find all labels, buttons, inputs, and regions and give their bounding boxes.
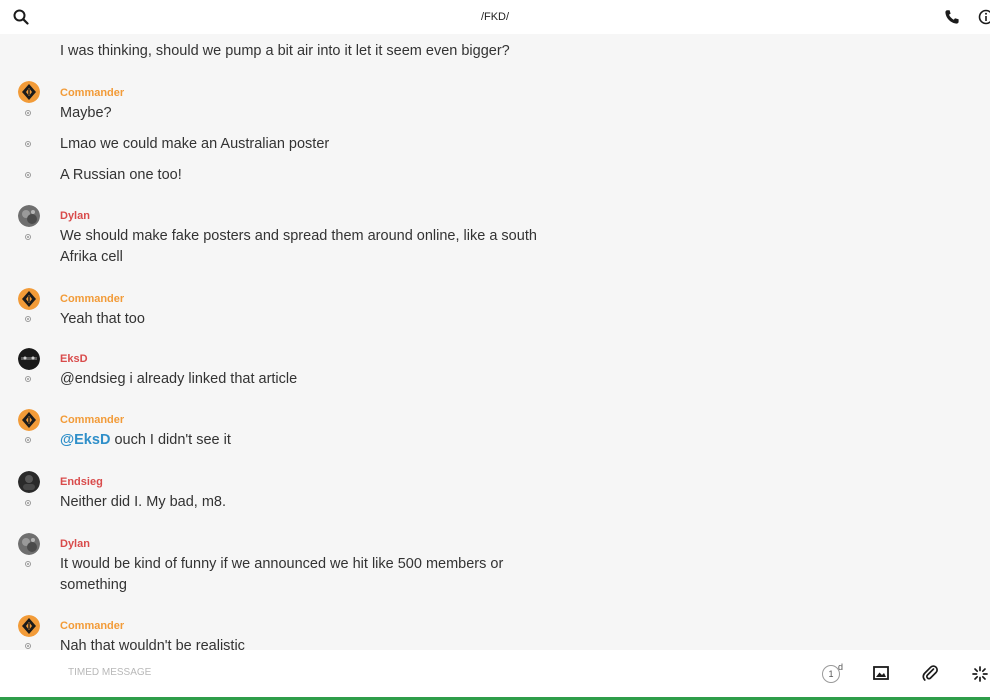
message-text: Lmao we could make an Australian poster (60, 136, 330, 152)
avatar-commander[interactable] (18, 615, 40, 637)
mention-link[interactable]: @EksD (60, 432, 110, 448)
message-text: Maybe? (60, 105, 112, 121)
message-input[interactable] (66, 666, 670, 679)
message-text: We should make fake posters and spread t… (60, 228, 537, 265)
avatar-eksd[interactable] (18, 348, 40, 370)
read-receipt-icon (25, 561, 31, 567)
timer-unit: d (838, 662, 844, 672)
message-text-body: ouch I didn't see it (110, 432, 231, 448)
top-bar: /FKD/ (0, 0, 990, 34)
message-sender: Endsieg (60, 476, 103, 488)
message-sender: EksD (60, 353, 88, 365)
attachment-icon[interactable] (922, 664, 938, 687)
avatar-endsieg[interactable] (18, 471, 40, 493)
avatar-commander[interactable] (18, 409, 40, 431)
message-text: @endsieg i already linked that article (60, 371, 298, 387)
read-receipt-icon (25, 172, 31, 178)
read-receipt-icon (25, 141, 31, 147)
message-text: Nah that wouldn't be realistic (60, 638, 245, 650)
message-sender: Commander (60, 87, 125, 99)
info-icon[interactable] (978, 9, 990, 30)
read-receipt-icon (25, 316, 31, 322)
message-text: @EksD ouch I didn't see it (60, 430, 540, 451)
message-list[interactable]: Hana I was thinking, should we pump a bi… (0, 0, 990, 650)
message-sender: Commander (60, 620, 125, 632)
avatar-commander[interactable] (18, 288, 40, 310)
message-sender: Commander (60, 293, 125, 305)
avatar-commander[interactable] (18, 81, 40, 103)
message-sender: Commander (60, 414, 125, 426)
message-sender: Dylan (60, 538, 90, 550)
read-receipt-icon (25, 110, 31, 116)
phone-icon[interactable] (944, 9, 960, 30)
read-receipt-icon (25, 643, 31, 649)
avatar-dylan[interactable] (18, 205, 40, 227)
composer-bar (0, 650, 990, 700)
read-receipt-icon (25, 376, 31, 382)
chat-title: /FKD/ (480, 11, 510, 23)
message-text: Neither did I. My bad, m8. (60, 494, 227, 510)
avatar-dylan[interactable] (18, 533, 40, 555)
message-text: It would be kind of funny if we announce… (60, 556, 504, 593)
message-text: A Russian one too! (60, 167, 182, 183)
read-receipt-icon (25, 437, 31, 443)
sparkle-icon[interactable] (972, 666, 988, 687)
message-text: Yeah that too (60, 311, 145, 327)
read-receipt-icon (25, 234, 31, 240)
read-receipt-icon (25, 500, 31, 506)
message-sender: Dylan (60, 210, 90, 222)
image-icon[interactable] (873, 666, 889, 685)
message-text: I was thinking, should we pump a bit air… (60, 43, 510, 59)
